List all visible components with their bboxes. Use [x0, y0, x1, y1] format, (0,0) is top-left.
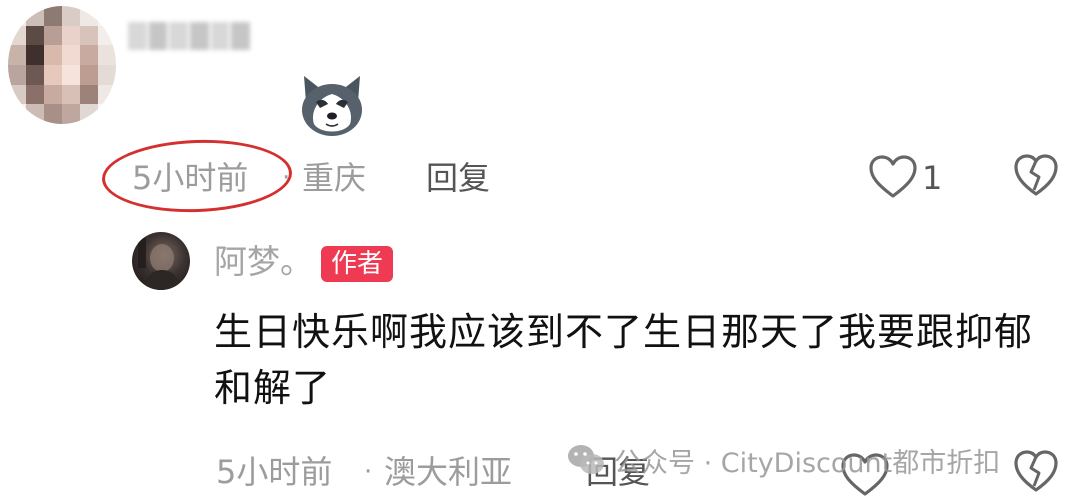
broken-heart-dislike-icon[interactable] [1012, 448, 1060, 496]
reply-text: 生日快乐啊我应该到不了生日那天了我要跟抑郁和解了 [214, 310, 1034, 410]
comment-location: 重庆 [302, 159, 367, 197]
wechat-watermark: 公众号 · CityDiscount都市折扣 [566, 438, 1000, 482]
reply-time: 5小时前 [216, 453, 333, 491]
wechat-icon [568, 445, 604, 474]
reply-location: 澳大利亚 [384, 453, 513, 491]
heart-like-icon[interactable] [868, 154, 918, 200]
author-avatar[interactable] [132, 232, 190, 290]
comment-time: 5小时前 [132, 159, 249, 197]
author-badge: 作者 [321, 246, 394, 282]
meta-separator: · [282, 163, 291, 193]
comment-reply-button[interactable]: 回复 [426, 154, 490, 202]
like-count: 1 [922, 159, 943, 197]
meta-separator: · [364, 457, 373, 487]
author-name[interactable]: 阿梦。 [214, 238, 313, 286]
commenter-name-blurred[interactable] [128, 22, 251, 50]
commenter-avatar-pixelated[interactable] [8, 6, 116, 124]
watermark-text: 公众号 · CityDiscount都市折扣 [614, 447, 1001, 479]
husky-face-sticker-icon [302, 76, 362, 136]
broken-heart-dislike-icon[interactable] [1012, 152, 1060, 200]
